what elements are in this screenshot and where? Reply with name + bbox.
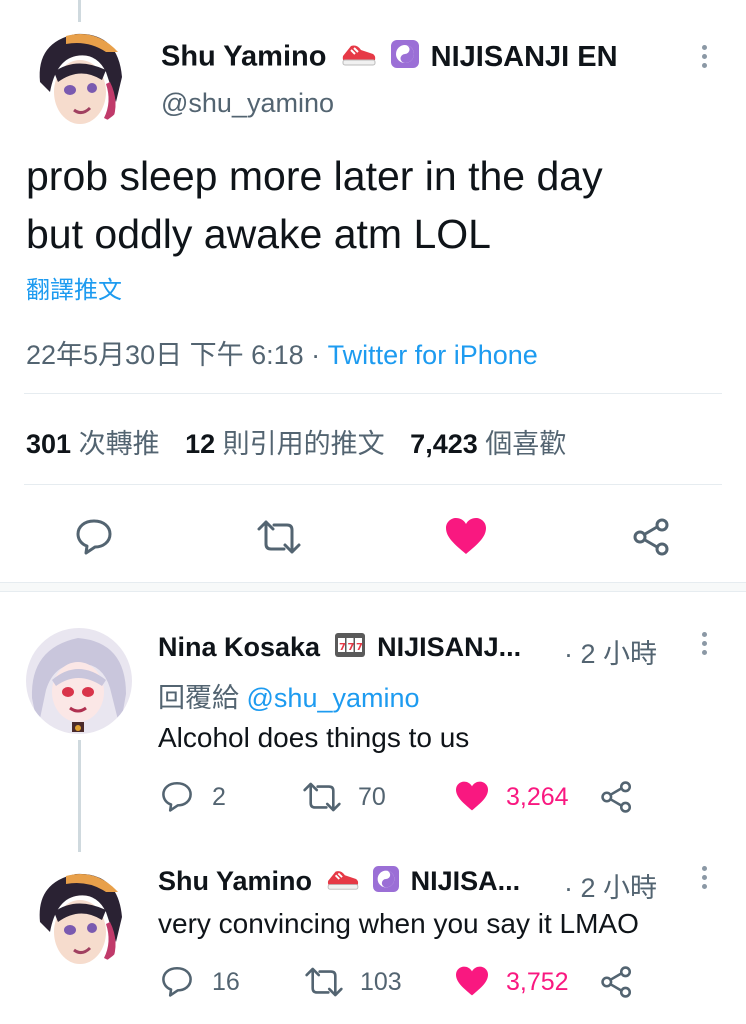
likes-count: 7,423 xyxy=(410,429,478,459)
main-display-name[interactable]: Shu Yamino xyxy=(161,41,326,73)
reply1-heart-icon[interactable] xyxy=(454,780,490,812)
likes-label: 個喜歡 xyxy=(485,429,567,459)
svg-text:7: 7 xyxy=(339,642,346,653)
reply2-yin-yang-emoji-icon xyxy=(373,866,400,899)
divider-bottom xyxy=(24,484,722,485)
reply2-sneaker-emoji-icon xyxy=(326,866,360,899)
reply1-retweet-count: 70 xyxy=(358,783,386,811)
reply1-more-icon[interactable] xyxy=(702,632,708,659)
svg-text:7: 7 xyxy=(347,642,354,653)
quotes-label: 則引用的推文 xyxy=(222,429,385,459)
reply2-reply-count: 16 xyxy=(212,968,240,996)
main-tweet-text-line2: but oddly awake atm LOL xyxy=(26,211,491,257)
timestamp[interactable]: 22年5月30日 下午 6:18 xyxy=(26,340,304,370)
reply1-reply-to-handle[interactable]: @shu_yamino xyxy=(247,683,420,713)
sneaker-emoji-icon xyxy=(341,40,377,76)
reply2-retweet-count: 103 xyxy=(360,968,402,996)
share-icon[interactable] xyxy=(632,517,672,557)
avatar-shu-yamino-reply[interactable] xyxy=(26,862,132,968)
retweets-count: 301 xyxy=(26,429,72,459)
main-tweet-text-line1: prob sleep more later in the day xyxy=(26,153,603,199)
reply1-org-name: NIJISANJ... xyxy=(377,632,522,662)
retweets-stat[interactable]: 301 次轉推 xyxy=(26,429,160,459)
reply2-retweet-icon[interactable] xyxy=(304,965,344,999)
reply1-reply-count: 2 xyxy=(212,783,226,811)
reply2-time[interactable]: · 2 小時 xyxy=(564,866,657,905)
reply1-like-count: 3,264 xyxy=(506,783,569,811)
reply1-display-name[interactable]: Nina Kosaka xyxy=(158,632,320,662)
separator-dot: · xyxy=(311,340,321,370)
yin-yang-emoji-icon xyxy=(390,40,419,76)
reply2-more-icon[interactable] xyxy=(702,866,708,893)
thread-line-top xyxy=(78,0,81,22)
thread-line-replies xyxy=(78,740,81,852)
timestamp-row: 22年5月30日 下午 6:18 · Twitter for iPhone xyxy=(26,333,538,372)
quotes-count: 12 xyxy=(185,429,216,459)
likes-stat[interactable]: 7,423 個喜歡 xyxy=(410,429,566,459)
reply-icon[interactable] xyxy=(74,516,114,556)
quotes-stat[interactable]: 12 則引用的推文 xyxy=(185,429,385,459)
stats-row: 301 次轉推 12 則引用的推文 7,423 個喜歡 xyxy=(26,422,566,461)
heart-icon[interactable] xyxy=(444,516,488,556)
reply1-reply-to-label: 回覆給 xyxy=(158,683,239,713)
reply1-time[interactable]: · 2 小時 xyxy=(564,632,657,671)
reply2-heart-icon[interactable] xyxy=(454,965,490,997)
slot-machine-emoji-icon: 7 7 7 xyxy=(334,632,366,665)
reply1-text: Alcohol does things to us xyxy=(158,722,470,753)
main-org-name: NIJISANJI EN xyxy=(430,40,618,73)
main-tweet-text: prob sleep more later in the day but odd… xyxy=(26,147,603,263)
source-link[interactable]: Twitter for iPhone xyxy=(328,340,538,370)
reply2-like-count: 3,752 xyxy=(506,968,569,996)
retweets-label: 次轉推 xyxy=(78,429,160,459)
svg-text:7: 7 xyxy=(356,642,363,653)
reply2-text: very convincing when you say it LMAO xyxy=(158,908,639,939)
retweet-icon[interactable] xyxy=(256,518,302,556)
reply2-reply-icon[interactable] xyxy=(160,964,194,998)
avatar-shu-yamino[interactable] xyxy=(26,22,132,128)
reply1-share-icon[interactable] xyxy=(600,780,634,814)
reply2-share-icon[interactable] xyxy=(600,965,634,999)
reply1-reply-to: 回覆給 @shu_yamino xyxy=(158,676,420,715)
reply1-reply-icon[interactable] xyxy=(160,779,194,813)
translate-link[interactable]: 翻譯推文 xyxy=(26,270,122,305)
avatar-nina-kosaka[interactable] xyxy=(26,628,132,734)
reply2-org-name: NIJISA... xyxy=(410,866,521,896)
main-handle[interactable]: @shu_yamino xyxy=(161,88,334,119)
reply2-display-name[interactable]: Shu Yamino xyxy=(158,866,312,896)
more-icon[interactable] xyxy=(702,45,708,72)
reply1-retweet-icon[interactable] xyxy=(302,780,342,814)
divider-top xyxy=(24,393,722,394)
section-separator xyxy=(0,582,746,592)
